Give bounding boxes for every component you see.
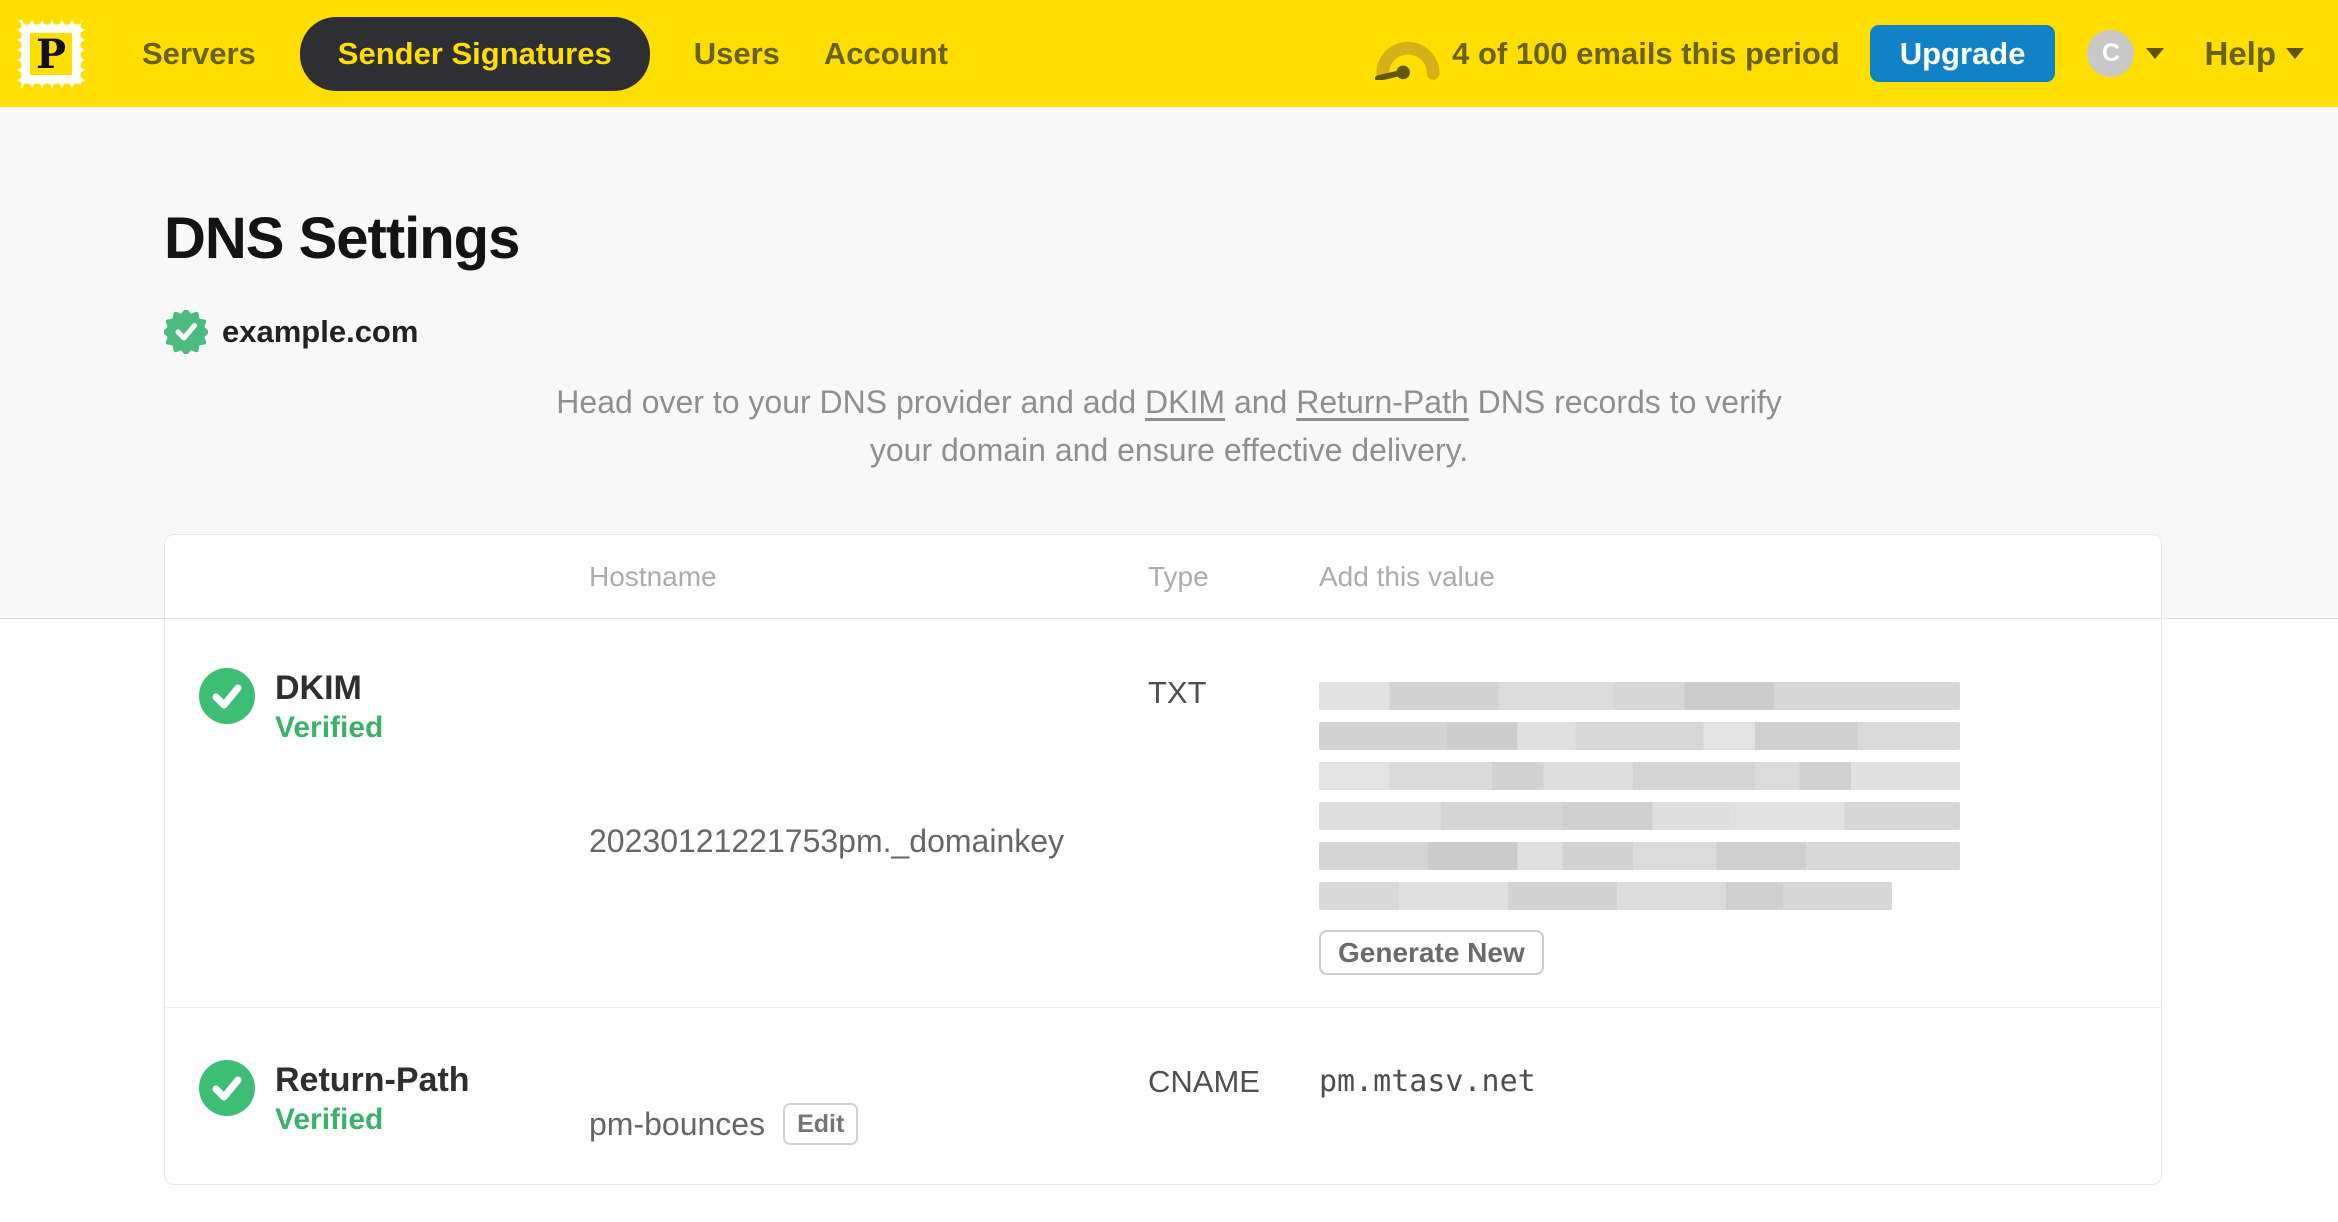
page-title: DNS Settings <box>164 206 520 271</box>
dns-table-body: DKIM Verified 20230121221753pm._domainke… <box>164 619 2162 1185</box>
dkim-hostname: 20230121221753pm._domainkey <box>589 619 1148 1007</box>
page-header-section: DNS Settings example.com Head over to yo… <box>0 107 2338 619</box>
intro-part1: Head over to your DNS provider and add <box>556 384 1146 420</box>
return-path-value: pm.mtasv.net <box>1319 1064 1536 1099</box>
verified-check-icon <box>199 1060 255 1116</box>
dkim-type: TXT <box>1148 675 1207 710</box>
dkim-status-cell: DKIM Verified <box>199 619 589 1007</box>
generate-new-button[interactable]: Generate New <box>1319 930 1544 975</box>
nav-item-users[interactable]: Users <box>694 36 780 72</box>
usage-counter: 4 of 100 emails this period <box>1452 35 1840 71</box>
status-badge: Verified <box>275 711 384 744</box>
help-label: Help <box>2204 34 2276 72</box>
account-menu[interactable]: C <box>2087 30 2165 77</box>
chevron-down-icon <box>2286 48 2304 59</box>
nav-item-sender-signatures[interactable]: Sender Signatures <box>299 16 650 91</box>
table-row-dkim: DKIM Verified 20230121221753pm._domainke… <box>165 619 2161 1008</box>
table-row-return-path: Return-Path Verified pm-bounces Edit CNA… <box>165 1008 2161 1184</box>
redacted-value-line <box>1319 842 1960 870</box>
verified-check-icon <box>199 668 255 724</box>
usage-gauge-icon <box>1375 41 1440 80</box>
dkim-hostname-value: 20230121221753pm._domainkey <box>589 822 1065 859</box>
dkim-value-cell: Generate New <box>1319 619 2161 1007</box>
edit-button[interactable]: Edit <box>783 1103 859 1145</box>
return-path-status-cell: Return-Path Verified <box>199 1008 589 1184</box>
dns-table-header: Hostname Type Add this value <box>164 534 2162 618</box>
column-header-hostname: Hostname <box>589 560 717 592</box>
status-badge: Verified <box>275 1103 384 1136</box>
nav-item-servers[interactable]: Servers <box>142 36 256 72</box>
return-path-hostname: pm-bounces Edit <box>589 1008 1148 1184</box>
column-header-type: Type <box>1148 560 1209 592</box>
intro-text: Head over to your DNS provider and add D… <box>539 378 1799 474</box>
postmark-logo[interactable]: P <box>14 16 88 91</box>
redacted-value-line <box>1319 682 1960 710</box>
dkim-link[interactable]: DKIM <box>1145 384 1225 420</box>
chevron-down-icon <box>2146 48 2165 59</box>
help-menu[interactable]: Help <box>2204 35 2304 73</box>
domain-name: example.com <box>222 314 419 349</box>
nav-item-account[interactable]: Account <box>824 36 948 72</box>
redacted-value-line <box>1319 882 1892 910</box>
domain-row: example.com <box>164 310 2338 354</box>
redacted-value-line <box>1319 762 1960 790</box>
verified-seal-icon <box>164 310 208 354</box>
redacted-value-line <box>1319 802 1960 830</box>
column-header-value: Add this value <box>1319 560 1495 592</box>
return-path-link[interactable]: Return-Path <box>1296 384 1469 420</box>
intro-part2: and <box>1225 384 1297 420</box>
record-name: DKIM <box>275 669 362 707</box>
primary-nav: Servers Sender Signatures Users Account <box>142 16 948 91</box>
avatar[interactable]: C <box>2087 30 2135 77</box>
redacted-value-line <box>1319 722 1960 750</box>
return-path-type: CNAME <box>1148 1064 1260 1099</box>
return-path-hostname-value: pm-bounces <box>589 1105 766 1142</box>
logo-letter: P <box>36 31 66 78</box>
record-name: Return-Path <box>275 1061 470 1099</box>
upgrade-button[interactable]: Upgrade <box>1869 25 2056 82</box>
nav-right-cluster: 4 of 100 emails this period Upgrade C He… <box>1372 25 2304 82</box>
top-navbar: P Servers Sender Signatures Users Accoun… <box>0 0 2338 107</box>
